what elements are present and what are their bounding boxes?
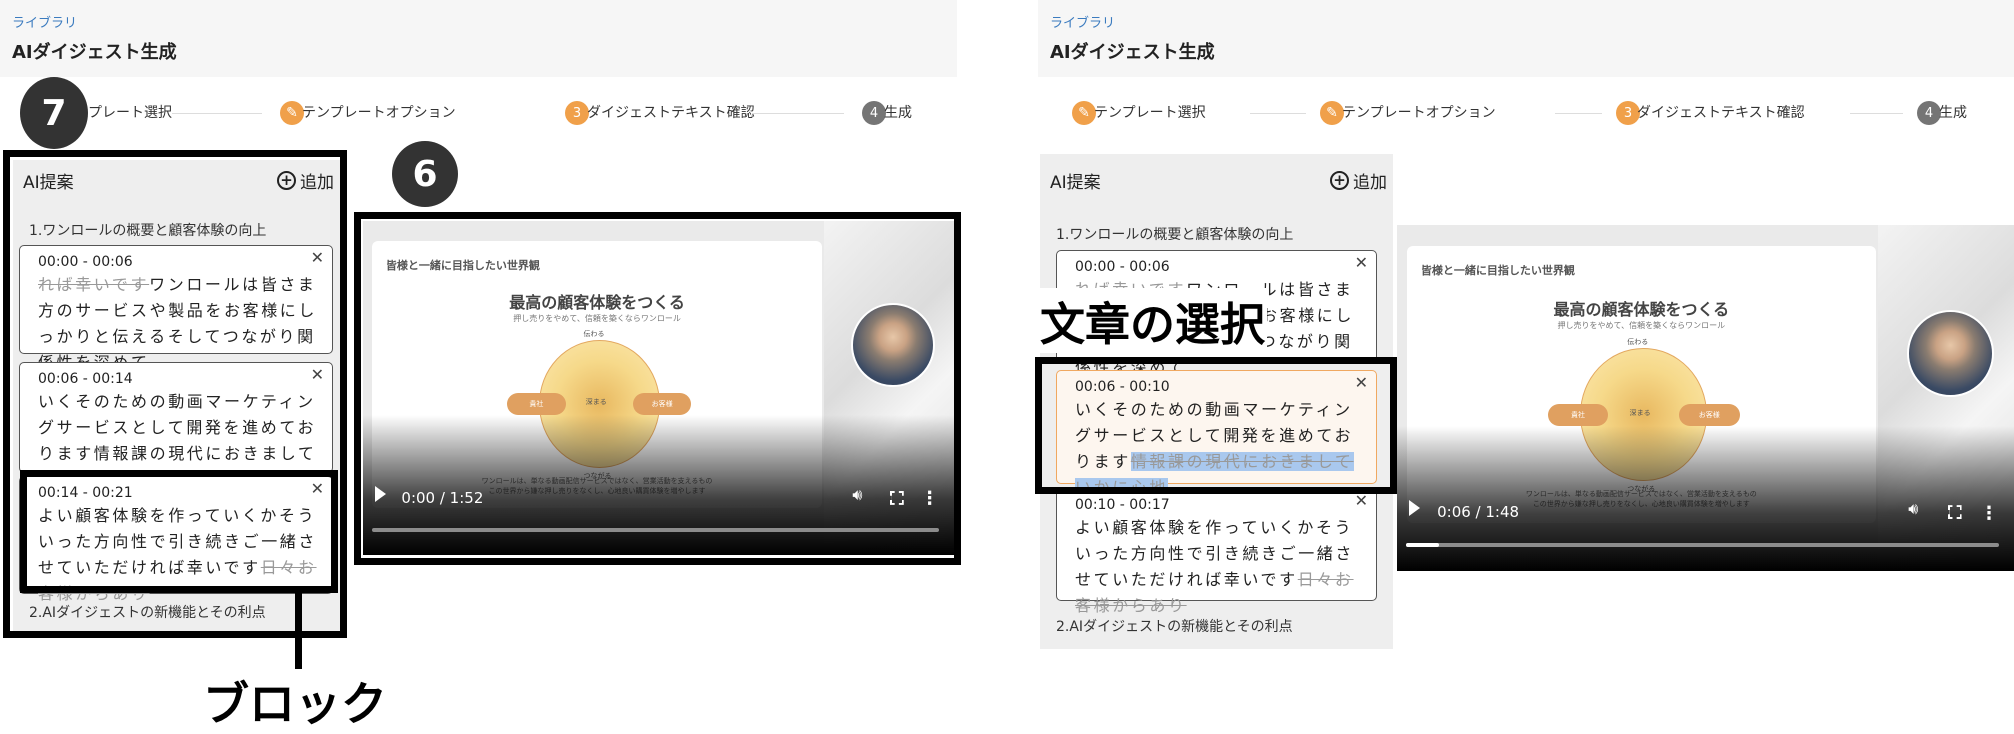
controls-gradient — [363, 414, 954, 555]
block-timestamp: 00:14 - 00:21 — [38, 485, 133, 501]
step-label[interactable]: ダイジェストテキスト確認 — [1637, 101, 1805, 125]
progress-fill — [1406, 542, 1440, 547]
diagram-label-top: 伝わる — [583, 330, 605, 339]
step-number-badge: 4 — [862, 101, 886, 125]
controls-gradient — [1397, 425, 2014, 571]
section-heading: 2.AIダイジェストの新機能とその利点 — [29, 605, 266, 621]
diagram-pill-right: お客様 — [632, 393, 692, 415]
close-icon[interactable]: ✕ — [311, 365, 324, 384]
play-icon[interactable] — [374, 485, 386, 502]
step-connector — [1850, 113, 1903, 114]
block-annotation: ブロック — [203, 677, 387, 731]
block-text[interactable]: いくそのための動画マーケティングサービスとして開発を進めております情報課の現代に… — [1075, 397, 1362, 501]
transcript-block[interactable]: 00:06 - 00:14 ✕ いくそのための動画マーケティングサービスとして開発を… — [19, 362, 333, 489]
breadcrumb-library[interactable]: ライブラリ — [12, 12, 77, 31]
transcript-block[interactable]: 00:00 - 00:06✕れば幸いですワンロールは皆さま方のサービスや製品をお… — [19, 245, 333, 372]
add-label: 追加 — [1353, 173, 1387, 193]
step-label[interactable]: テンプレートオプション — [1342, 101, 1496, 125]
diagram-label-center: 深まる — [1629, 408, 1651, 417]
progress-bar[interactable] — [1406, 542, 1999, 547]
video-player[interactable]: 皆様と一緒に目指したい世界観最高の顧客体験をつくる 押し売りをやめて、信頼を築くな… — [363, 221, 954, 555]
ai-suggestion-panel: AI提案+追加1.ワンロールの概要と顧客体験の向上00:00 - 00:06✕れ… — [1040, 154, 1393, 649]
step-badge-7: 7 — [20, 77, 88, 149]
video-player[interactable]: 皆様と一緒に目指したい世界観最高の顧客体験をつくる押し売りをやめて、信頼を築くな… — [1397, 225, 2014, 571]
more-options-icon[interactable]: ⋮ — [921, 490, 939, 508]
step-number-badge: 3 — [565, 101, 589, 125]
transcript-block[interactable]: 00:10 - 00:17 ✕ よい顧客体験を作っていくかそういった方向性で引き続き… — [1056, 488, 1377, 615]
section-heading: 2.AIダイジェストの新機能とその利点 — [1056, 619, 1293, 635]
video-time: 0:00 / 1:52 — [401, 488, 484, 507]
block-timestamp: 00:10 - 00:17 — [1075, 497, 1170, 513]
volume-icon[interactable]: 🔊︎ — [852, 485, 862, 505]
play-icon[interactable] — [1409, 499, 1421, 516]
add-button[interactable]: + 追加 — [277, 168, 334, 193]
page-title: AIダイジェスト生成 — [12, 42, 177, 63]
slide-title: 最高の顧客体験をつくる — [1553, 299, 1730, 319]
close-icon[interactable]: ✕ — [1355, 491, 1368, 510]
block-timestamp: 00:06 - 00:10 — [1075, 379, 1170, 395]
selection-annotation: 文章の選択 — [1038, 288, 1268, 353]
close-icon[interactable]: ✕ — [311, 248, 324, 267]
step-connector — [1250, 113, 1306, 114]
step-pencil-icon: ✎ — [1320, 101, 1344, 125]
speaker-webcam — [851, 302, 936, 387]
step-pencil-icon: ✎ — [280, 101, 304, 125]
step-label[interactable]: テンプレート選択 — [1094, 101, 1206, 125]
page-title: AIダイジェスト生成 — [1050, 42, 1215, 63]
plus-circle-icon: + — [1330, 171, 1349, 190]
page-header: ライブラリ AIダイジェスト生成 — [0, 0, 957, 77]
diagram-pill-left: 貴社 — [1547, 403, 1609, 426]
diagram-pill-left: 貴社 — [507, 393, 566, 415]
step-connector — [752, 113, 844, 114]
block-text[interactable]: れば幸いですワンロールは皆さま方のサービスや製品をお客様にしっかりと伝えるそして… — [38, 272, 318, 376]
slide-title: 最高の顧客体験をつくる — [509, 293, 685, 313]
close-icon[interactable]: ✕ — [311, 479, 324, 498]
add-label: 追加 — [300, 173, 334, 193]
slide-heading: 皆様と一緒に目指したい世界観 — [1420, 264, 1575, 278]
slide-subtitle: 押し売りをやめて、信頼を築くならワンロール — [1557, 321, 1726, 331]
speaker-webcam — [1906, 309, 1995, 398]
block-timestamp: 00:06 - 00:14 — [38, 371, 133, 387]
block-timestamp: 00:00 - 00:06 — [38, 254, 133, 270]
diagram-label-center: 深まる — [585, 398, 607, 407]
connector-line — [295, 593, 302, 669]
step-label[interactable]: 生成 — [884, 101, 912, 125]
close-icon[interactable]: ✕ — [1355, 253, 1368, 272]
step-connector — [1555, 113, 1602, 114]
ai-suggestion-panel: AI提案+追加1.ワンロールの概要と顧客体験の向上00:00 - 00:06✕れ… — [13, 160, 340, 636]
step-pencil-icon: ✎ — [1072, 101, 1096, 125]
step-connector — [172, 113, 262, 114]
diagram-label-top: 伝わる — [1627, 338, 1649, 347]
progress-bar[interactable] — [371, 527, 940, 532]
transcript-block[interactable]: 00:14 - 00:21 ✕ よい顧客体験を作っていくかそういった方向性で引き続き… — [19, 476, 333, 603]
step-label[interactable]: テンプレートオプション — [302, 101, 456, 125]
step-badge-6: 6 — [392, 141, 458, 207]
video-time: 0:06 / 1:48 — [1437, 502, 1520, 521]
block-text[interactable]: よい顧客体験を作っていくかそういった方向性で引き続きご一緒させていただければ幸い… — [1075, 515, 1362, 619]
step-label[interactable]: 生成 — [1939, 101, 1967, 125]
add-button[interactable]: + 追加 — [1330, 168, 1387, 193]
slide-heading: 皆様と一緒に目指したい世界観 — [385, 259, 540, 273]
diagram-pill-right: お客様 — [1678, 403, 1740, 426]
block-text[interactable]: よい顧客体験を作っていくかそういった方向性で引き続きご一緒させていただければ幸い… — [38, 503, 318, 607]
block-timestamp: 00:00 - 00:06 — [1075, 259, 1170, 275]
more-options-icon[interactable]: ⋮ — [1980, 504, 1998, 523]
close-icon[interactable]: ✕ — [1355, 373, 1368, 392]
kept-text[interactable]: いくそのための動画マーケティングサービスとして開発を進めております情報課の現代に… — [38, 392, 317, 489]
step-label[interactable]: ダイジェストテキスト確認 — [587, 101, 755, 125]
plus-circle-icon: + — [277, 171, 296, 190]
step-number-badge: 4 — [1917, 101, 1941, 125]
transcript-block[interactable]: 00:06 - 00:10 ✕ いくそのための動画マーケティングサービスとして開発を… — [1056, 370, 1377, 497]
page-header: ライブラリ AIダイジェスト生成 — [1038, 0, 2014, 77]
section-heading: 1.ワンロールの概要と顧客体験の向上 — [29, 223, 267, 239]
section-heading: 1.ワンロールの概要と顧客体験の向上 — [1056, 227, 1294, 243]
slide-subtitle: 押し売りをやめて、信頼を築くならワンロール — [513, 314, 681, 324]
breadcrumb-library[interactable]: ライブラリ — [1050, 12, 1115, 31]
volume-icon[interactable]: 🔊︎ — [1908, 499, 1918, 519]
panel-title: AI提案 — [1050, 173, 1101, 193]
struck-text[interactable]: れば幸いです — [38, 275, 149, 294]
panel-title: AI提案 — [23, 173, 74, 193]
